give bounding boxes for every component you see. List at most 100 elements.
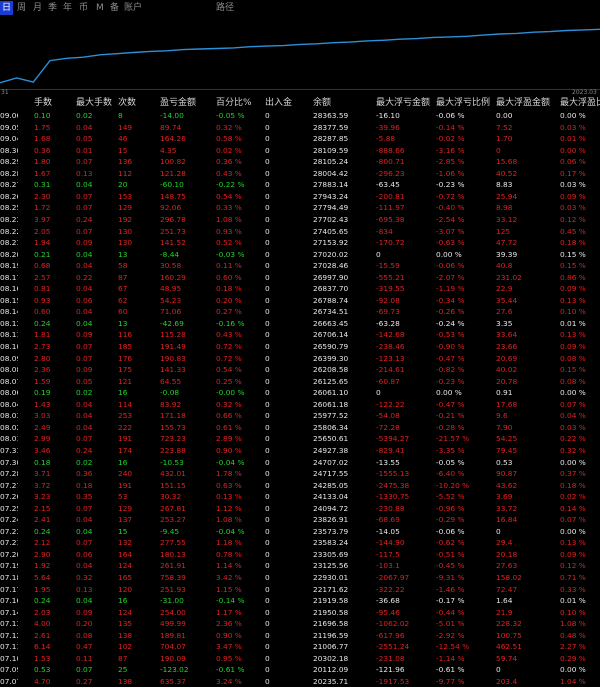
table-row[interactable]: 07.24 2.41 0.04 137 253.27 1.08 % 0 23826.91 -68… xyxy=(0,514,600,526)
table-row[interactable]: 08.26 2.30 0.07 153 148.75 0.54 % 0 27943.24 -20… xyxy=(0,191,600,203)
table-row[interactable]: 08.02 2.49 0.04 222 155.73 0.61 % 0 25806.34 -72… xyxy=(0,422,600,434)
tab-quarter[interactable]: 季 xyxy=(48,2,57,14)
deposit-cell: 0 xyxy=(265,284,270,294)
max-float-loss-cell: -14.05 xyxy=(376,526,400,536)
pnl-cell: 296.78 xyxy=(160,214,186,224)
lots-cell: 3.46 xyxy=(34,445,51,455)
table-row[interactable]: 08.16 0.81 0.04 67 48.95 0.18 % 0 26837.70 -319.… xyxy=(0,283,600,295)
table-row[interactable]: 07.18 5.64 0.32 165 758.39 3.42 % 0 22930.01 -20… xyxy=(0,572,600,584)
table-row[interactable]: 08.28 1.67 0.13 112 121.28 0.43 % 0 28004.42 -29… xyxy=(0,168,600,180)
table-row[interactable]: 08.09 2.80 0.07 176 190.83 0.72 % 0 26399.30 -12… xyxy=(0,353,600,365)
balance-cell: 28105.24 xyxy=(313,157,349,167)
date-cell: 08.11 xyxy=(0,330,18,340)
max-float-profit-pct-cell: 0.22 % xyxy=(560,434,586,444)
table-row[interactable]: 08.17 2.57 0.22 87 160.29 0.60 % 0 26997.90 -555… xyxy=(0,272,600,284)
date-cell: 08.25 xyxy=(0,203,18,213)
table-row[interactable]: 07.26 3.23 0.35 53 30.32 0.13 % 0 24133.04 -1330… xyxy=(0,491,600,503)
table-row[interactable]: 09.06 0.10 0.02 8 -14.00 -0.05 % 0 28363.59 -16.… xyxy=(0,110,600,122)
table-row[interactable]: 08.06 0.19 0.02 16 -0.08 -0.00 % 0 26061.10 0 0.0… xyxy=(0,387,600,399)
tab-path[interactable]: 路径 xyxy=(216,2,234,14)
lots-cell: 0.18 xyxy=(34,457,51,467)
tab-note[interactable]: 备 xyxy=(110,2,119,14)
pnl-cell: 267.81 xyxy=(160,503,186,513)
lots-cell: 1.68 xyxy=(34,134,51,144)
table-row[interactable]: 08.08 2.36 0.09 175 141.33 0.54 % 0 26208.58 -21… xyxy=(0,364,600,376)
table-row[interactable]: 07.27 3.72 0.18 191 151.15 0.63 % 0 24285.05 -24… xyxy=(0,480,600,492)
max-float-profit-cell: 3.35 xyxy=(496,318,513,328)
tab-month[interactable]: 月 xyxy=(33,2,42,14)
max-float-profit-pct-cell: 0.13 % xyxy=(560,295,586,305)
max-float-profit-cell: 8.98 xyxy=(496,203,513,213)
percent-cell: 0.43 % xyxy=(216,330,242,340)
lots-cell: 0.24 xyxy=(34,318,51,328)
table-row[interactable]: 08.03 3.03 0.04 253 171.18 0.66 % 0 25977.52 -54… xyxy=(0,410,600,422)
max-float-loss-cell: -63.45 xyxy=(376,180,400,190)
tab-account[interactable]: 账户 xyxy=(124,2,142,14)
percent-cell: -0.22 % xyxy=(216,180,245,190)
table-row[interactable]: 08.19 0.68 0.04 58 30.58 0.11 % 0 27028.46 -15.5… xyxy=(0,260,600,272)
deposit-cell: 0 xyxy=(265,653,270,663)
percent-cell: 0.60 % xyxy=(216,272,242,282)
table-row[interactable]: 07.10 1.53 0.11 87 190.09 0.95 % 0 20302.18 -231… xyxy=(0,653,600,665)
table-row[interactable]: 08.29 1.80 0.07 136 100.82 0.36 % 0 28105.24 -80… xyxy=(0,156,600,168)
table-row[interactable]: 07.12 2.61 0.08 138 189.81 0.90 % 0 21196.59 -61… xyxy=(0,630,600,642)
max-float-profit-pct-cell: 0.86 % xyxy=(560,272,586,282)
balance-cell: 21950.58 xyxy=(313,607,349,617)
table-row[interactable]: 08.22 2.05 0.07 130 251.73 0.93 % 0 27405.65 -83… xyxy=(0,226,600,238)
table-row[interactable]: 08.10 2.73 0.07 185 191.49 0.72 % 0 26590.79 -23… xyxy=(0,341,600,353)
table-row[interactable]: 08.21 1.94 0.09 130 141.52 0.52 % 0 27153.92 -17… xyxy=(0,237,600,249)
table-row[interactable]: 07.31 3.46 0.24 174 223.88 0.90 % 0 24927.38 -82… xyxy=(0,445,600,457)
table-row[interactable]: 08.20 0.21 0.04 13 -8.44 -0.03 % 0 27020.02 0 0.0… xyxy=(0,249,600,261)
tab-year[interactable]: 年 xyxy=(63,2,72,14)
table-row[interactable]: 08.23 3.97 0.24 192 296.78 1.08 % 0 27702.43 -69… xyxy=(0,214,600,226)
tab-m[interactable]: M xyxy=(96,2,104,14)
date-cell: 07.24 xyxy=(0,515,18,525)
max-float-loss-cell: -69.73 xyxy=(376,307,400,317)
table-row[interactable]: 07.16 0.24 0.04 16 -31.00 -0.14 % 0 21919.58 -36… xyxy=(0,595,600,607)
table-row[interactable]: 07.19 1.92 0.04 124 261.91 1.14 % 0 23125.56 -10… xyxy=(0,560,600,572)
table-row[interactable]: 07.23 0.24 0.04 15 -9.45 -0.04 % 0 23573.79 -14.… xyxy=(0,526,600,538)
table-row[interactable]: 07.28 3.71 0.36 240 432.01 1.78 % 0 24717.55 -15… xyxy=(0,468,600,480)
table-row[interactable]: 07.14 2.03 0.09 124 254.00 1.17 % 0 21950.58 -95… xyxy=(0,607,600,619)
table-row[interactable]: 08.04 1.43 0.04 114 83.92 0.32 % 0 26061.18 -122… xyxy=(0,399,600,411)
table-row[interactable]: 07.25 2.15 0.07 129 267.81 1.12 % 0 24094.72 -23… xyxy=(0,503,600,515)
max-float-loss-cell: -111.97 xyxy=(376,203,405,213)
max-lots-cell: 0.07 xyxy=(76,538,93,548)
table-row[interactable]: 07.21 2.12 0.07 132 277.55 1.18 % 0 23583.24 -14… xyxy=(0,537,600,549)
table-row[interactable]: 07.13 4.00 0.20 135 499.99 2.36 % 0 21696.58 -10… xyxy=(0,618,600,630)
table-row[interactable]: 07.07 4.70 0.27 138 635.37 3.24 % 0 20235.71 -19… xyxy=(0,676,600,687)
table-row[interactable]: 07.30 0.18 0.02 16 -10.53 -0.04 % 0 24707.02 -13… xyxy=(0,457,600,469)
percent-cell: 3.47 % xyxy=(216,642,242,652)
table-row[interactable]: 07.11 6.14 0.47 102 704.07 3.47 % 0 21006.77 -25… xyxy=(0,641,600,653)
deposit-cell: 0 xyxy=(265,515,270,525)
table-row[interactable]: 07.20 2.90 0.06 164 180.13 0.78 % 0 23305.69 -11… xyxy=(0,549,600,561)
tab-day[interactable]: 日 xyxy=(2,2,11,14)
table-row[interactable]: 09.05 1.75 0.04 149 89.74 0.32 % 0 28377.59 -39.… xyxy=(0,122,600,134)
table-row[interactable]: 08.11 1.81 0.09 116 115.28 0.43 % 0 26706.14 -14… xyxy=(0,329,600,341)
table-row[interactable]: 08.27 0.31 0.04 20 -60.10 -0.22 % 0 27883.14 -63… xyxy=(0,179,600,191)
max-float-profit-pct-cell: 0.33 % xyxy=(560,584,586,594)
tab-week[interactable]: 周 xyxy=(17,2,26,14)
table-row[interactable]: 08.15 0.93 0.06 62 54.23 0.20 % 0 26788.74 -92.0… xyxy=(0,295,600,307)
date-cell: 08.30 xyxy=(0,145,18,155)
table-row[interactable]: 07.09 0.53 0.07 25 -123.02 -0.61 % 0 20112.09 -1… xyxy=(0,664,600,676)
count-cell: 130 xyxy=(118,226,133,236)
max-float-profit-cell: 3.69 xyxy=(496,492,513,502)
date-cell: 07.20 xyxy=(0,549,18,559)
lots-cell: 2.90 xyxy=(34,549,51,559)
max-float-profit-cell: 20.69 xyxy=(496,353,518,363)
table-row[interactable]: 09.04 1.68 0.05 46 164.26 0.58 % 0 28287.85 -5.8… xyxy=(0,133,600,145)
table-row[interactable]: 08.07 1.59 0.05 121 64.55 0.25 % 0 26125.65 -60.… xyxy=(0,376,600,388)
table-row[interactable]: 07.17 1.95 0.13 120 251.93 1.15 % 0 22171.62 -32… xyxy=(0,584,600,596)
table-row[interactable]: 08.13 0.24 0.04 13 -42.69 -0.16 % 0 26663.45 -63… xyxy=(0,318,600,330)
table-row[interactable]: 08.14 0.60 0.04 60 71.06 0.27 % 0 26734.51 -69.7… xyxy=(0,306,600,318)
table-row[interactable]: 08.01 2.99 0.07 191 723.23 2.89 % 0 25650.61 -53… xyxy=(0,433,600,445)
tab-currency[interactable]: 币 xyxy=(79,2,88,14)
table-row[interactable]: 08.30 0.36 0.01 15 4.35 0.02 % 0 28109.59 -888.6… xyxy=(0,145,600,157)
max-float-loss-pct-cell: -0.14 % xyxy=(436,122,465,132)
max-lots-cell: 0.06 xyxy=(76,295,93,305)
percent-cell: 0.78 % xyxy=(216,549,242,559)
count-cell: 185 xyxy=(118,342,133,351)
table-row[interactable]: 08.25 1.72 0.07 129 92.06 0.33 % 0 27794.49 -111… xyxy=(0,202,600,214)
lots-cell: 2.49 xyxy=(34,422,51,432)
